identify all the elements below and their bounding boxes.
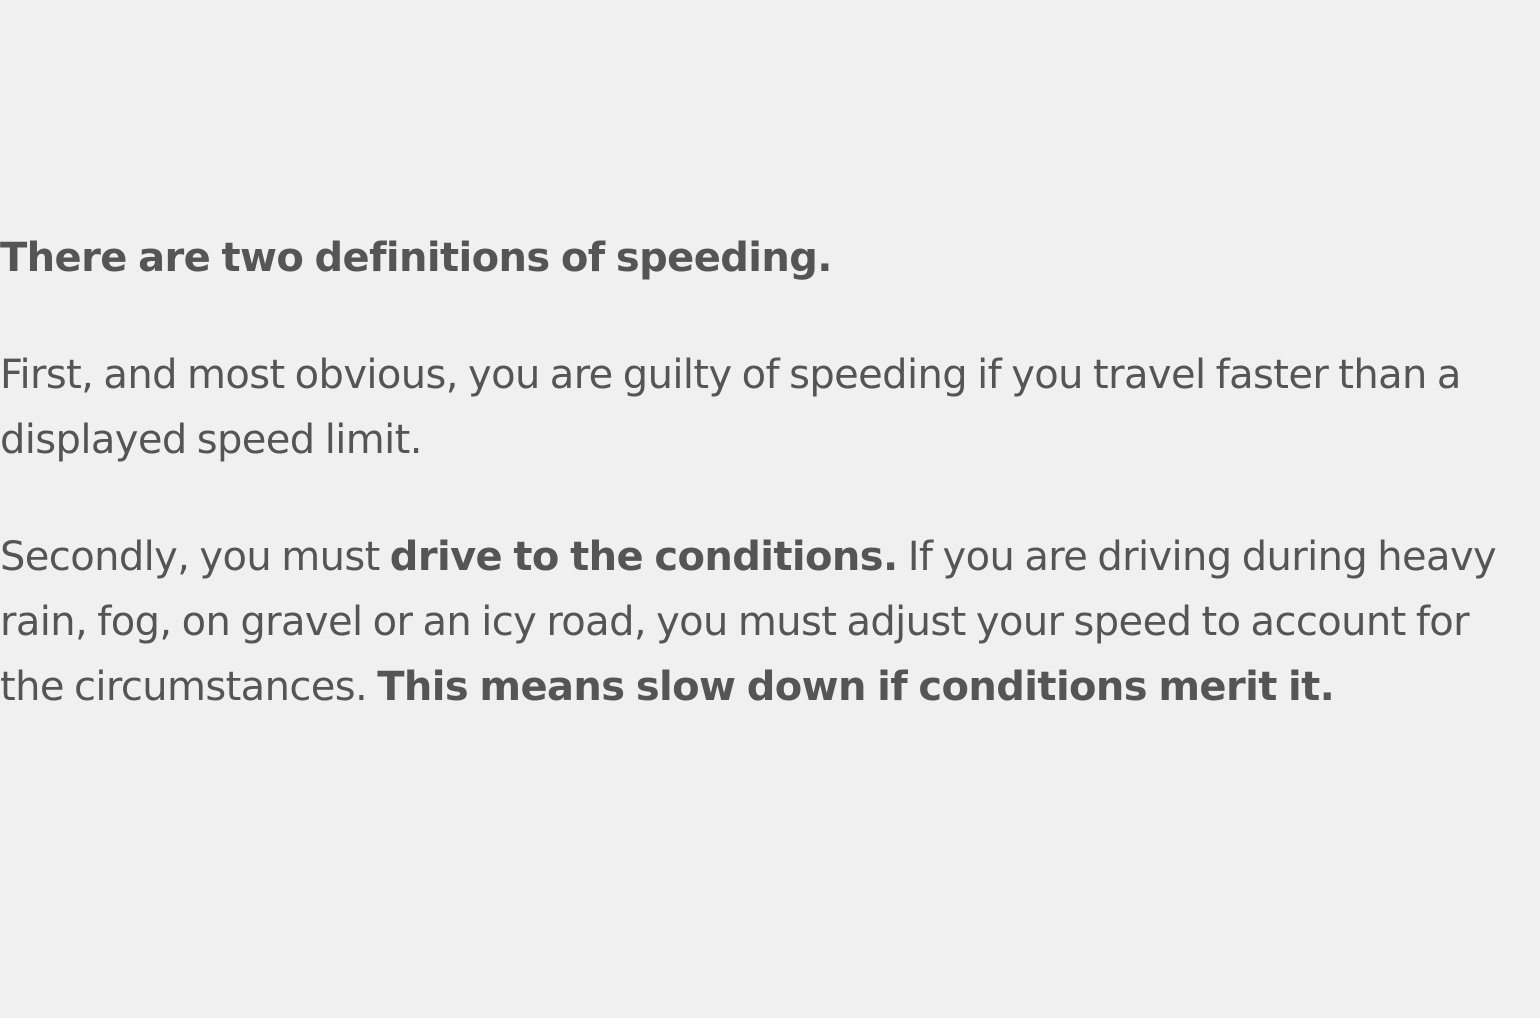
speeding-heading: There are two definitions of speeding. <box>0 235 832 281</box>
emphasis-text: drive to the conditions. <box>389 534 898 580</box>
article-body: There are two definitions of speeding. F… <box>0 226 1540 772</box>
emphasis-text: This means slow down if conditions merit… <box>377 664 1335 710</box>
second-definition-paragraph: Secondly, you must drive to the conditio… <box>0 525 1540 720</box>
paragraph-text: Secondly, you must <box>0 534 390 580</box>
first-definition-paragraph: First, and most obvious, you are guilty … <box>0 352 1461 463</box>
